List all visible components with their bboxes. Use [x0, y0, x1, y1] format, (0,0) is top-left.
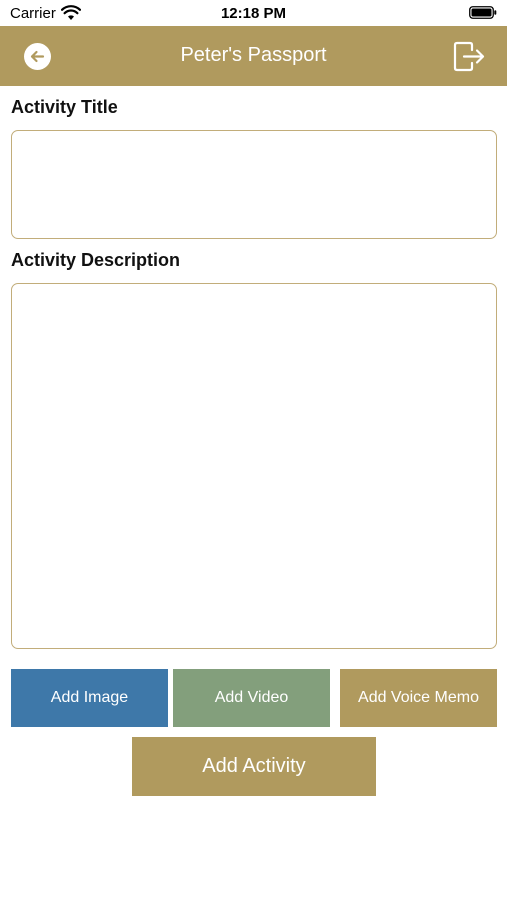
add-activity-button[interactable]: Add Activity: [132, 737, 376, 796]
activity-title-input[interactable]: [11, 130, 497, 239]
add-image-button[interactable]: Add Image: [11, 669, 168, 727]
status-time: 12:18 PM: [220, 5, 287, 22]
add-voice-memo-button[interactable]: Add Voice Memo: [340, 669, 497, 727]
add-video-button[interactable]: Add Video: [173, 669, 330, 727]
activity-title-label: Activity Title: [11, 97, 118, 117]
activity-description-label: Activity Description: [11, 250, 181, 270]
nav-bar: Peter's Passport: [0, 26, 507, 86]
activity-description-input[interactable]: [11, 283, 497, 649]
battery-icon: [469, 6, 497, 19]
logout-icon[interactable]: [453, 41, 485, 72]
page-title: Peter's Passport: [180, 44, 327, 66]
status-bar: Carrier 12:18 PM: [0, 0, 507, 26]
